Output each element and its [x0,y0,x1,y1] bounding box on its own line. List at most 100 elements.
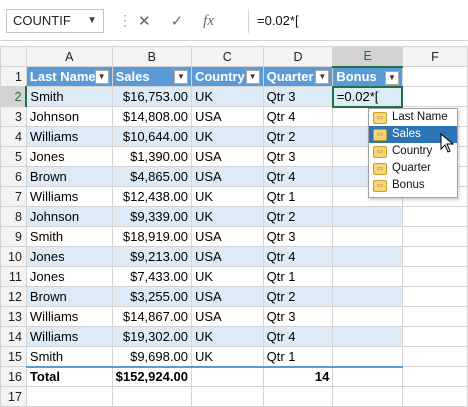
cell[interactable]: Johnson [25,206,113,227]
cell[interactable]: UK [190,86,264,107]
cell[interactable] [332,246,403,267]
enter-icon[interactable]: ✓ [171,12,184,30]
cell[interactable]: $1,390.00 [111,146,192,167]
row-header[interactable]: 17 [0,386,27,407]
cell[interactable] [332,365,403,387]
cell[interactable]: $19,302.00 [111,326,192,347]
cell[interactable]: Williams [25,326,113,347]
cell[interactable]: Williams [25,126,113,147]
autocomplete-item[interactable]: ▭ Quarter [369,160,457,177]
cell[interactable] [401,266,468,287]
filter-dropdown-icon[interactable]: ▼ [245,70,260,84]
cell[interactable]: Brown [25,286,113,307]
cell[interactable]: Qtr 4 [262,326,334,347]
cell[interactable] [332,306,403,327]
cell[interactable]: Williams [25,306,113,327]
row-header[interactable]: 11 [0,266,27,287]
cell[interactable]: $18,919.00 [111,226,192,247]
cell[interactable]: Brown [25,166,113,187]
cell[interactable]: Jones [25,266,113,287]
cell[interactable]: UK [190,266,264,287]
row-header[interactable]: 6 [0,166,27,187]
cell[interactable] [332,226,403,247]
cell[interactable] [332,266,403,287]
cell[interactable]: USA [190,146,264,167]
cell[interactable]: Qtr 4 [262,166,334,187]
cell[interactable]: Qtr 3 [262,226,334,247]
cell[interactable]: Qtr 2 [262,206,334,227]
cell[interactable]: UK [190,186,264,207]
filter-dropdown-icon[interactable]: ▼ [173,70,188,84]
row-header[interactable]: 3 [0,106,27,127]
row-header[interactable]: 5 [0,146,27,167]
cell[interactable] [401,326,468,347]
cell[interactable] [332,206,403,227]
cell[interactable]: $9,213.00 [111,246,192,267]
filter-dropdown-icon[interactable]: ▼ [384,70,399,85]
select-all-corner[interactable] [0,46,27,67]
cell[interactable]: Qtr 1 [262,346,334,367]
cell[interactable]: UK [190,326,264,347]
filter-dropdown-icon[interactable]: ▼ [94,70,109,84]
column-header[interactable]: D [262,46,334,67]
cell[interactable]: $9,339.00 [111,206,192,227]
cell[interactable] [111,386,192,407]
row-header[interactable]: 2 [0,86,28,107]
table-header-cell[interactable]: Sales ▼ [111,66,192,87]
row-header[interactable]: 8 [0,206,27,227]
cell[interactable] [401,286,468,307]
cell[interactable]: UK [190,126,264,147]
cell[interactable]: Smith [25,346,113,367]
cell[interactable]: Qtr 3 [262,306,334,327]
table-header-cell[interactable]: Quarter ▼ [262,66,334,87]
cell[interactable] [401,226,468,247]
cell[interactable]: $7,433.00 [111,266,192,287]
column-header[interactable]: B [111,46,192,67]
cell[interactable]: $3,255.00 [111,286,192,307]
cell[interactable]: UK [190,346,264,367]
cell[interactable] [401,86,468,107]
row-header[interactable]: 13 [0,306,27,327]
cell[interactable]: USA [190,286,264,307]
cell[interactable] [262,386,334,407]
cell[interactable] [401,246,468,267]
autocomplete-item[interactable]: ▭ Bonus [369,177,457,194]
row-header[interactable]: 15 [0,346,27,367]
row-header[interactable]: 14 [0,326,27,347]
cell[interactable] [332,286,403,307]
cell[interactable]: USA [190,246,264,267]
row-header[interactable]: 7 [0,186,27,207]
cell[interactable] [25,386,113,407]
name-box[interactable]: COUNTIF ▼ [6,9,104,33]
row-header[interactable]: 9 [0,226,27,247]
cell[interactable]: Qtr 1 [262,186,334,207]
active-cell[interactable]: =0.02*[ [331,85,404,108]
total-quarter-count[interactable]: 14 [262,365,334,387]
cell[interactable]: Smith [25,226,113,247]
cell[interactable] [401,386,468,407]
chevron-down-icon[interactable]: ▼ [87,10,97,32]
cell[interactable]: Qtr 3 [262,86,334,107]
row-header[interactable]: 1 [0,66,27,87]
cell[interactable]: $16,753.00 [111,86,192,107]
cell[interactable]: UK [190,206,264,227]
cell[interactable] [190,386,264,407]
cell[interactable]: Qtr 4 [262,106,334,127]
cell[interactable] [401,306,468,327]
row-header[interactable]: 16 [0,366,27,387]
column-header[interactable]: A [25,46,113,67]
total-sales[interactable]: $152,924.00 [111,365,192,387]
cell[interactable]: Qtr 1 [262,266,334,287]
table-header-cell[interactable]: Last Name ▼ [25,66,113,87]
cell[interactable]: $9,698.00 [111,346,192,367]
column-header[interactable]: C [190,46,264,67]
table-header-cell[interactable]: Bonus ▼ [332,66,403,87]
row-header[interactable]: 12 [0,286,27,307]
column-header[interactable]: E [332,46,403,68]
cell[interactable]: USA [190,306,264,327]
cell[interactable] [401,206,468,227]
cell[interactable]: Qtr 3 [262,146,334,167]
cell[interactable]: $12,438.00 [111,186,192,207]
cell[interactable]: Qtr 2 [262,286,334,307]
cell[interactable] [332,346,403,367]
